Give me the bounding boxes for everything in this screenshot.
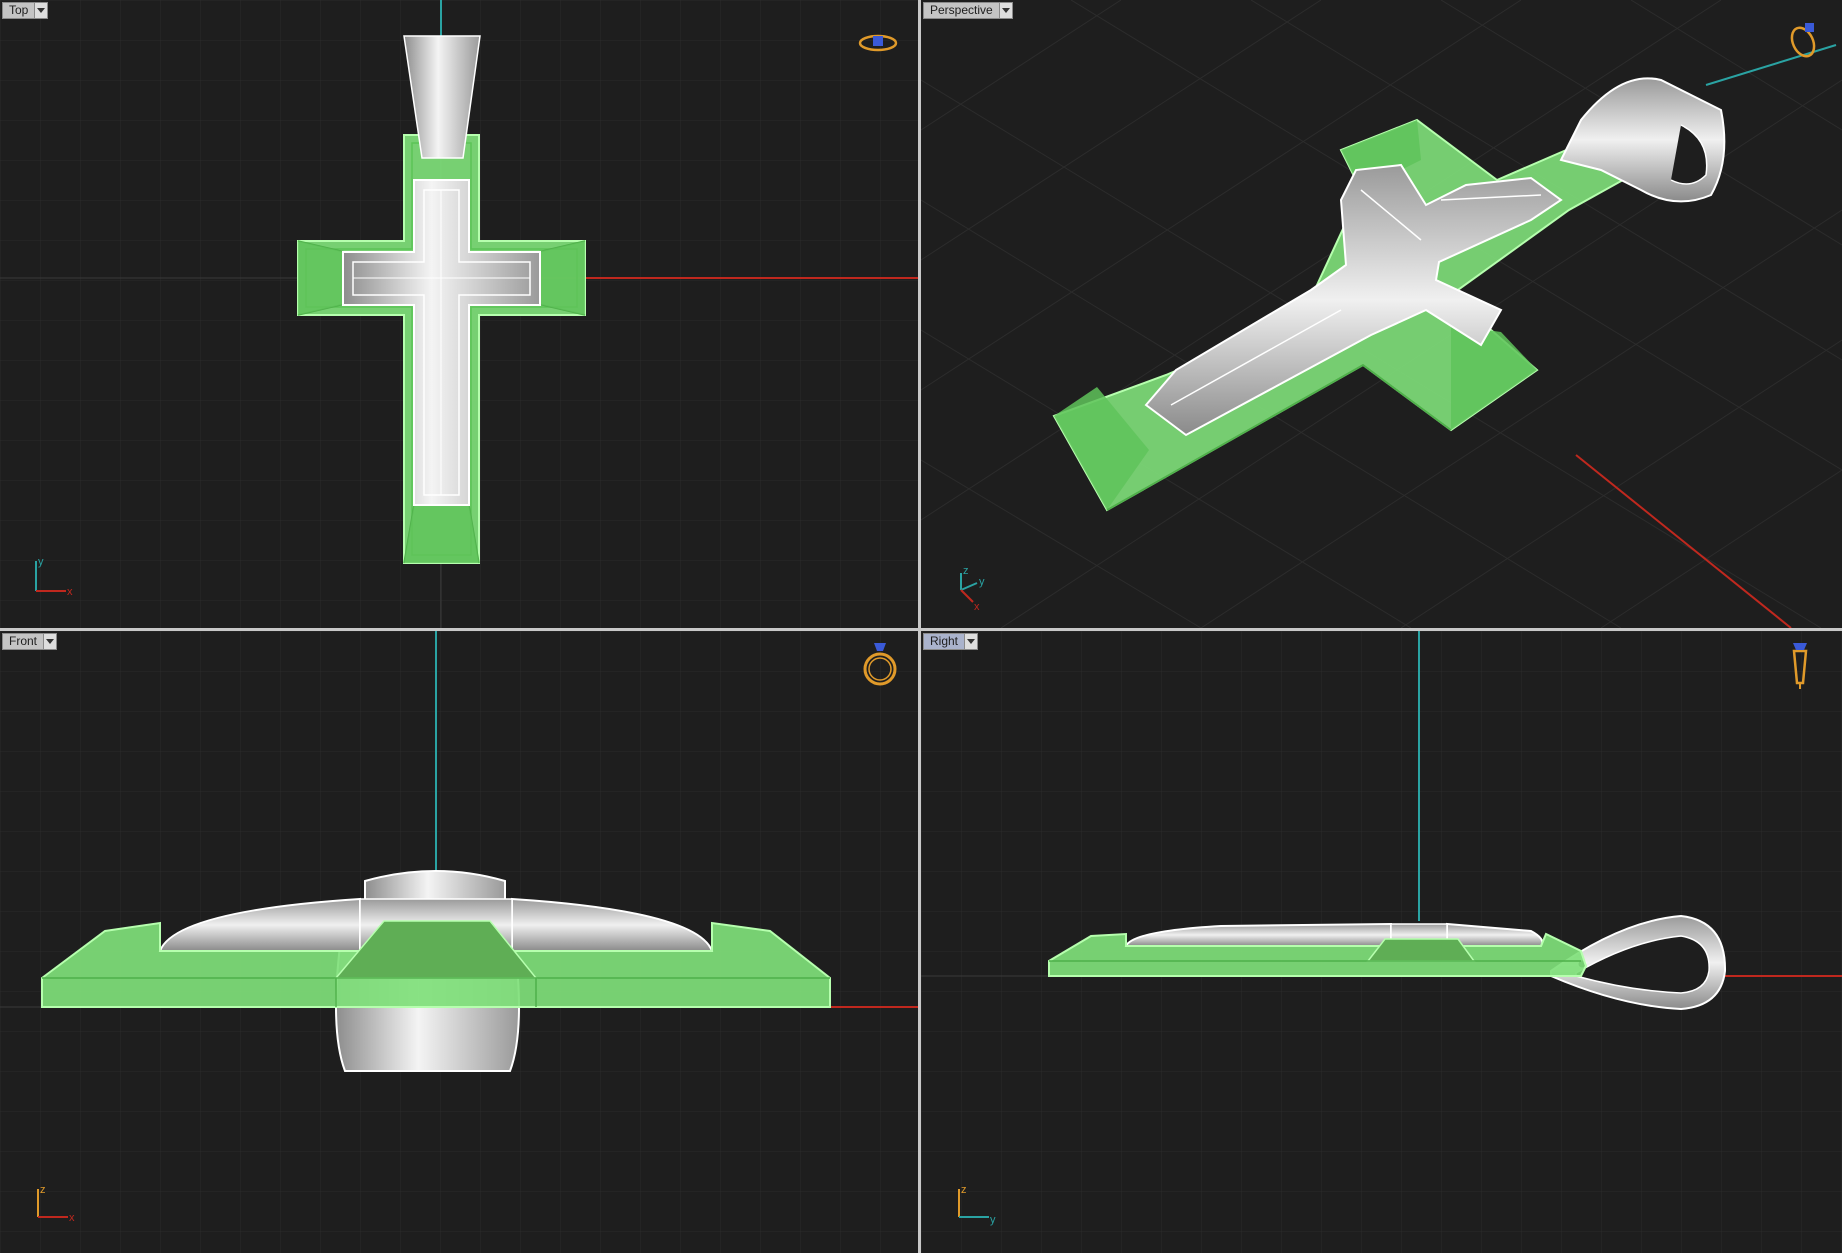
ring-frontview-icon[interactable] [860, 639, 900, 687]
ring-topview-icon[interactable] [858, 30, 898, 56]
perspective-viewport-canvas[interactable] [921, 0, 1842, 628]
right-viewport-canvas[interactable] [921, 631, 1842, 1253]
ring-perspective-icon[interactable] [1785, 18, 1825, 60]
right-viewport[interactable]: Right z y [921, 631, 1842, 1253]
front-viewport-canvas[interactable] [0, 631, 918, 1253]
perspective-viewport[interactable]: Perspective z y x [921, 0, 1842, 628]
viewport-title-top[interactable]: Top [2, 2, 49, 19]
viewport-title-label: Top [3, 3, 35, 18]
viewport-title-front[interactable]: Front [2, 633, 58, 650]
chevron-down-icon[interactable] [998, 3, 1012, 18]
chevron-down-icon[interactable] [43, 634, 57, 649]
chevron-down-icon[interactable] [964, 634, 978, 649]
top-viewport[interactable]: Top y x [0, 0, 918, 628]
viewport-title-label: Front [3, 634, 44, 649]
cross-base-selected[interactable] [41, 920, 831, 1008]
chevron-down-icon[interactable] [34, 3, 48, 18]
viewport-grid: Top y x Perspective z y x Front z x Righ… [0, 0, 1842, 1253]
viewport-title-perspective[interactable]: Perspective [923, 2, 1013, 19]
front-viewport[interactable]: Front z x [0, 631, 918, 1253]
viewport-title-label: Right [924, 634, 965, 649]
top-viewport-canvas[interactable] [0, 0, 918, 628]
viewport-title-label: Perspective [924, 3, 999, 18]
viewport-title-right[interactable]: Right [923, 633, 979, 650]
ring-sideview-icon[interactable] [1785, 639, 1815, 691]
